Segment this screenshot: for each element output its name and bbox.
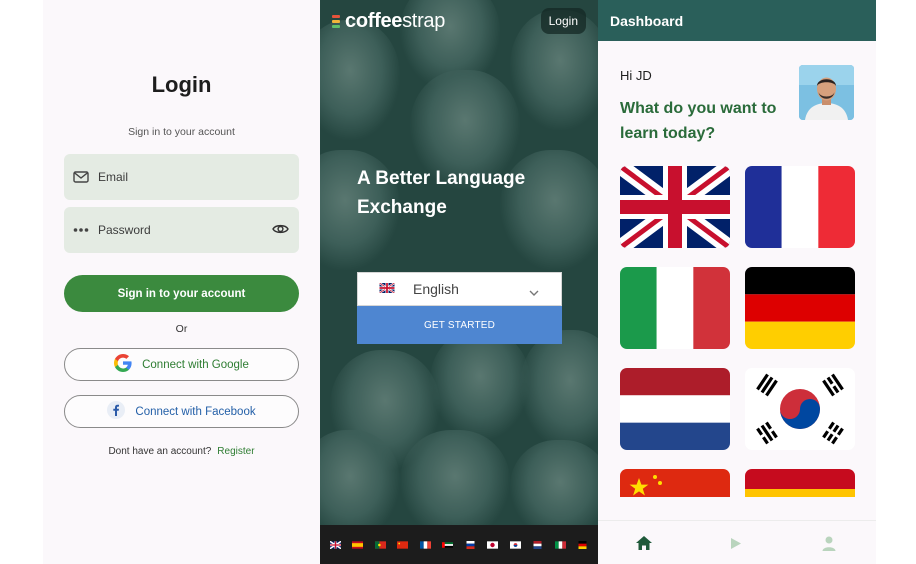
register-row: Dont have an account? Register <box>43 446 320 457</box>
germany-flag-icon <box>745 267 855 349</box>
coffeestrap-logo: coffeestrap <box>332 10 445 33</box>
mail-icon <box>64 171 98 183</box>
login-screen: Login Sign in to your account Email Pass… <box>43 0 320 564</box>
france-flag-icon[interactable] <box>419 540 431 549</box>
google-icon <box>114 354 132 375</box>
brand-name-light: strap <box>402 10 446 32</box>
landing-screen: coffeestrap Login A Better Language Exch… <box>320 0 598 525</box>
korea-flag-icon[interactable] <box>509 540 521 549</box>
italy-flag-icon <box>620 267 730 349</box>
password-dots-icon <box>64 227 98 233</box>
learn-question: What do you want to learn today? <box>620 100 777 142</box>
japan-flag-icon[interactable] <box>487 540 499 549</box>
spain-flag-icon[interactable] <box>352 540 364 549</box>
profile-icon[interactable] <box>815 529 843 557</box>
facebook-icon <box>107 401 126 422</box>
facebook-connect-label: Connect with Facebook <box>135 405 256 418</box>
brand-name-bold: coffee <box>345 10 403 32</box>
italy-flag-icon[interactable] <box>554 540 566 549</box>
landing-login-button[interactable]: Login <box>540 8 586 34</box>
spain-flag-icon <box>745 469 855 497</box>
email-placeholder: Email <box>98 170 129 184</box>
dashboard-header: Dashboard <box>598 0 876 41</box>
language-card-dutch[interactable] <box>620 368 730 450</box>
dashboard-title: Dashboard <box>610 12 684 29</box>
google-connect-label: Connect with Google <box>142 358 249 371</box>
language-card-korean[interactable] <box>745 368 855 450</box>
language-card-italian[interactable] <box>620 267 730 349</box>
portugal-flag-icon[interactable] <box>374 540 386 549</box>
sign-in-button[interactable]: Sign in to your account <box>64 275 299 312</box>
language-card-spanish[interactable] <box>745 469 855 497</box>
get-started-button[interactable]: GET STARTED <box>357 306 562 344</box>
language-flag-bar <box>320 525 598 564</box>
china-flag-icon[interactable] <box>397 540 409 549</box>
netherlands-flag-icon[interactable] <box>532 540 543 549</box>
email-field[interactable]: Email <box>64 154 299 200</box>
landing-headline: A Better Language Exchange <box>357 168 526 218</box>
play-icon[interactable] <box>722 529 750 557</box>
dashboard-screen: Dashboard Hi JD What do you want to lear… <box>598 0 876 564</box>
register-link[interactable]: Register <box>217 446 254 457</box>
login-title: Login <box>151 72 212 97</box>
germany-flag-icon[interactable] <box>577 540 588 549</box>
logo-bars-icon <box>332 15 340 28</box>
password-placeholder: Password <box>98 223 151 237</box>
screen: Login Sign in to your account Email Pass… <box>0 0 916 564</box>
facebook-connect-button[interactable]: Connect with Facebook <box>64 395 299 428</box>
china-flag-icon <box>620 469 730 497</box>
greeting: Hi JD <box>620 68 652 83</box>
language-card-english[interactable] <box>620 166 730 248</box>
language-card-chinese[interactable] <box>620 469 730 497</box>
home-icon[interactable] <box>630 529 658 557</box>
russia-flag-icon[interactable] <box>465 540 476 549</box>
google-connect-button[interactable]: Connect with Google <box>64 348 299 381</box>
language-select[interactable]: English <box>357 272 562 306</box>
eye-icon[interactable] <box>272 222 289 240</box>
selected-language: English <box>413 281 459 297</box>
login-subtitle: Sign in to your account <box>128 126 235 138</box>
bottom-navigation <box>598 520 876 564</box>
korea-flag-icon <box>745 368 855 450</box>
password-field[interactable]: Password <box>64 207 299 253</box>
netherlands-flag-icon <box>620 368 730 450</box>
language-card-french[interactable] <box>745 166 855 248</box>
uk-flag-icon <box>378 280 396 298</box>
no-account-text: Dont have an account? <box>108 446 212 457</box>
uae-flag-icon[interactable] <box>442 541 454 549</box>
france-flag-icon <box>745 166 855 248</box>
language-card-german[interactable] <box>745 267 855 349</box>
avatar[interactable] <box>799 65 854 120</box>
uk-flag-icon <box>620 166 730 248</box>
or-divider: Or <box>175 323 188 335</box>
chevron-down-icon <box>529 284 539 302</box>
uk-flag-icon[interactable] <box>329 540 341 549</box>
